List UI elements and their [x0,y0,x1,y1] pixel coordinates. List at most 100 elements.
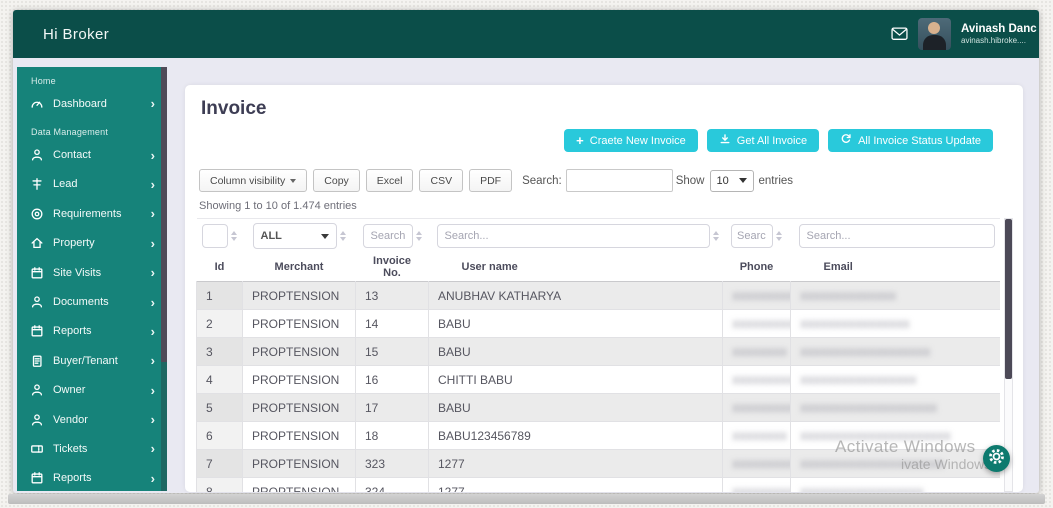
cell-id-text: 2 [206,316,213,331]
table-row[interactable]: 8PROPTENSION3241277XXXXXXXXXXXXXXXXXXXXX… [196,477,1000,492]
sidebar-item-vendor[interactable]: Vendor › [17,405,167,434]
cell-email-redacted: XXXXXXXXXXXXXXXXXXXXX [800,458,944,471]
cell-user-name: 1277 [428,477,723,492]
sidebar-section-data-management: Data Management [31,127,109,138]
cell-phone: XXXXXXXXX [722,449,791,478]
create-new-invoice-label: Craete New Invoice [589,134,686,147]
sidebar-item-reports[interactable]: Reports › [17,464,167,491]
sidebar-scrollbar-thumb[interactable] [161,67,167,362]
get-all-invoice-button[interactable]: Get All Invoice [706,129,820,152]
sidebar-item-buyer-tenant[interactable]: Buyer/Tenant › [17,346,167,375]
sort-icon[interactable] [339,231,346,241]
sidebar-item-property[interactable]: Property › [17,229,167,258]
sidebar-item-label: Vendor [53,413,88,426]
filter-phone-input[interactable] [731,224,773,248]
cell-email-redacted: XXXXXXXXXXXXXXXXX [800,374,917,387]
chevron-right-icon: › [150,147,155,163]
sidebar-item-label: Reports [53,472,92,485]
sidebar-item-tickets[interactable]: Tickets › [17,434,167,463]
pdf-button[interactable]: PDF [469,169,513,192]
sidebar-item-reports[interactable]: Reports › [17,317,167,346]
sort-icon[interactable] [712,231,719,241]
column-header-user-name[interactable]: User name [429,253,723,282]
avatar[interactable] [918,18,951,50]
sidebar-item-site-visits[interactable]: Site Visits › [17,258,167,287]
table-row[interactable]: 4 PROPTENSION 16 CHITTI BABU XXXXXXXX XXXXXXX… [196,365,1000,394]
window-bottom-bar [8,494,1045,504]
table-row[interactable]: 6 PROPTENSION 18 BABU123456789 XXXXXXXX XXXXX… [196,421,1000,450]
sidebar-item-contact[interactable]: Contact › [17,140,167,169]
top-header: Hi Broker Avinash Danc avinash.hibroke..… [13,10,1039,58]
user-meta[interactable]: Avinash Danc avinash.hibroke.... [961,22,1037,46]
sidebar-item-dashboard[interactable]: Dashboard › [17,89,167,118]
create-new-invoice-button[interactable]: + Craete New Invoice [564,129,698,152]
entries-label: entries [758,174,794,187]
copy-button[interactable]: Copy [313,169,360,192]
sort-icon[interactable] [415,231,422,241]
tickets-icon [30,442,44,456]
cell-invoice-no-text: 17 [365,400,379,415]
page-title: Invoice [201,98,267,119]
filter-username-input[interactable] [436,224,710,248]
sidebar-item-label: Tickets [53,442,88,455]
cell-merchant-text: PROPTENSION [252,316,340,331]
all-invoice-status-update-button[interactable]: All Invoice Status Update [828,129,993,152]
cell-email: XXXXXXXXXXXXXXXXXX [790,477,1000,492]
table-row[interactable]: 1 PROPTENSION 13 ANUBHAV KATHARYA XXXXXXXXX X… [196,281,1000,310]
column-header-invoice-no[interactable]: Invoice No. [356,253,429,282]
refresh-icon [840,133,852,148]
column-header-merchant[interactable]: Merchant [243,253,356,282]
filter-id-input[interactable] [202,224,228,248]
cell-id: 4 [196,365,243,394]
gear-icon [988,448,1005,470]
cell-email: XXXXXXXXXXXXXXXXXXX [790,337,1000,366]
global-search-input[interactable] [565,169,673,192]
sidebar-item-lead[interactable]: Lead › [17,170,167,199]
cell-merchant: PROPTENSION [242,309,356,338]
sidebar-item-documents[interactable]: Documents › [17,287,167,316]
cell-invoice-no: 18 [355,421,429,450]
filter-email-input[interactable] [798,224,995,248]
mail-icon[interactable] [891,27,908,41]
table-row[interactable]: 7 PROPTENSION 323 1277 XXXXXXXXX XXXXXXXXXXXX… [196,449,1000,478]
column-header-phone[interactable]: Phone [723,253,791,282]
column-header-id[interactable]: Id [197,253,243,282]
cell-email: XXXXXXXXXXXXXXXXXXXX [790,393,1000,422]
chevron-right-icon: › [150,441,155,457]
cell-invoice-no: 324 [355,477,429,492]
table-scrollbar-thumb[interactable] [1005,219,1012,379]
column-visibility-button[interactable]: Column visibility [199,169,308,192]
csv-button[interactable]: CSV [419,169,464,192]
chevron-right-icon: › [150,294,155,310]
sidebar-item-owner[interactable]: Owner › [17,376,167,405]
get-all-invoice-label: Get All Invoice [736,134,808,147]
cell-user-name: BABU [428,309,723,338]
cell-merchant: PROPTENSION [242,281,356,310]
excel-button[interactable]: Excel [365,169,414,192]
cell-merchant: PROPTENSION [242,421,356,450]
sidebar-item-label: Lead [53,178,78,191]
cell-user-name-text: BABU [438,316,471,331]
page-size-select[interactable]: 10 [709,169,754,192]
lead-icon [30,177,44,191]
cell-merchant: PROPTENSION [242,393,356,422]
table-row[interactable]: 5 PROPTENSION 17 BABU XXXXXXXXX XXXXXXXXXXXXX… [196,393,1000,422]
table-row[interactable]: 2 PROPTENSION 14 BABU XXXXXXXX XXXXXXXXXXXXXX… [196,309,1000,338]
table-row[interactable]: 3 PROPTENSION 15 BABU XXXXXXXX XXXXXXXXXXXXXX… [196,337,1000,366]
sort-icon[interactable] [776,231,782,241]
sort-icon[interactable] [231,231,237,241]
property-icon [30,236,44,250]
cell-email-redacted: XXXXXXXXXXXXXXXXXXXX [800,402,937,415]
sidebar: Home Dashboard › Data Management Contact › Lea… [17,67,167,491]
brand-title: Hi Broker [43,25,110,43]
app-window: Hi Broker Avinash Danc avinash.hibroke..… [13,10,1039,493]
settings-fab[interactable] [983,445,1010,472]
contact-icon [30,148,44,162]
sidebar-item-requirements[interactable]: Requirements › [17,199,167,228]
filter-merchant-select[interactable]: ALL [252,223,337,249]
filter-invoice-input[interactable] [362,224,413,248]
chevron-right-icon: › [150,176,155,192]
cell-id: 8 [196,477,243,492]
chevron-right-icon: › [150,470,155,486]
column-header-email[interactable]: Email [791,253,1001,282]
